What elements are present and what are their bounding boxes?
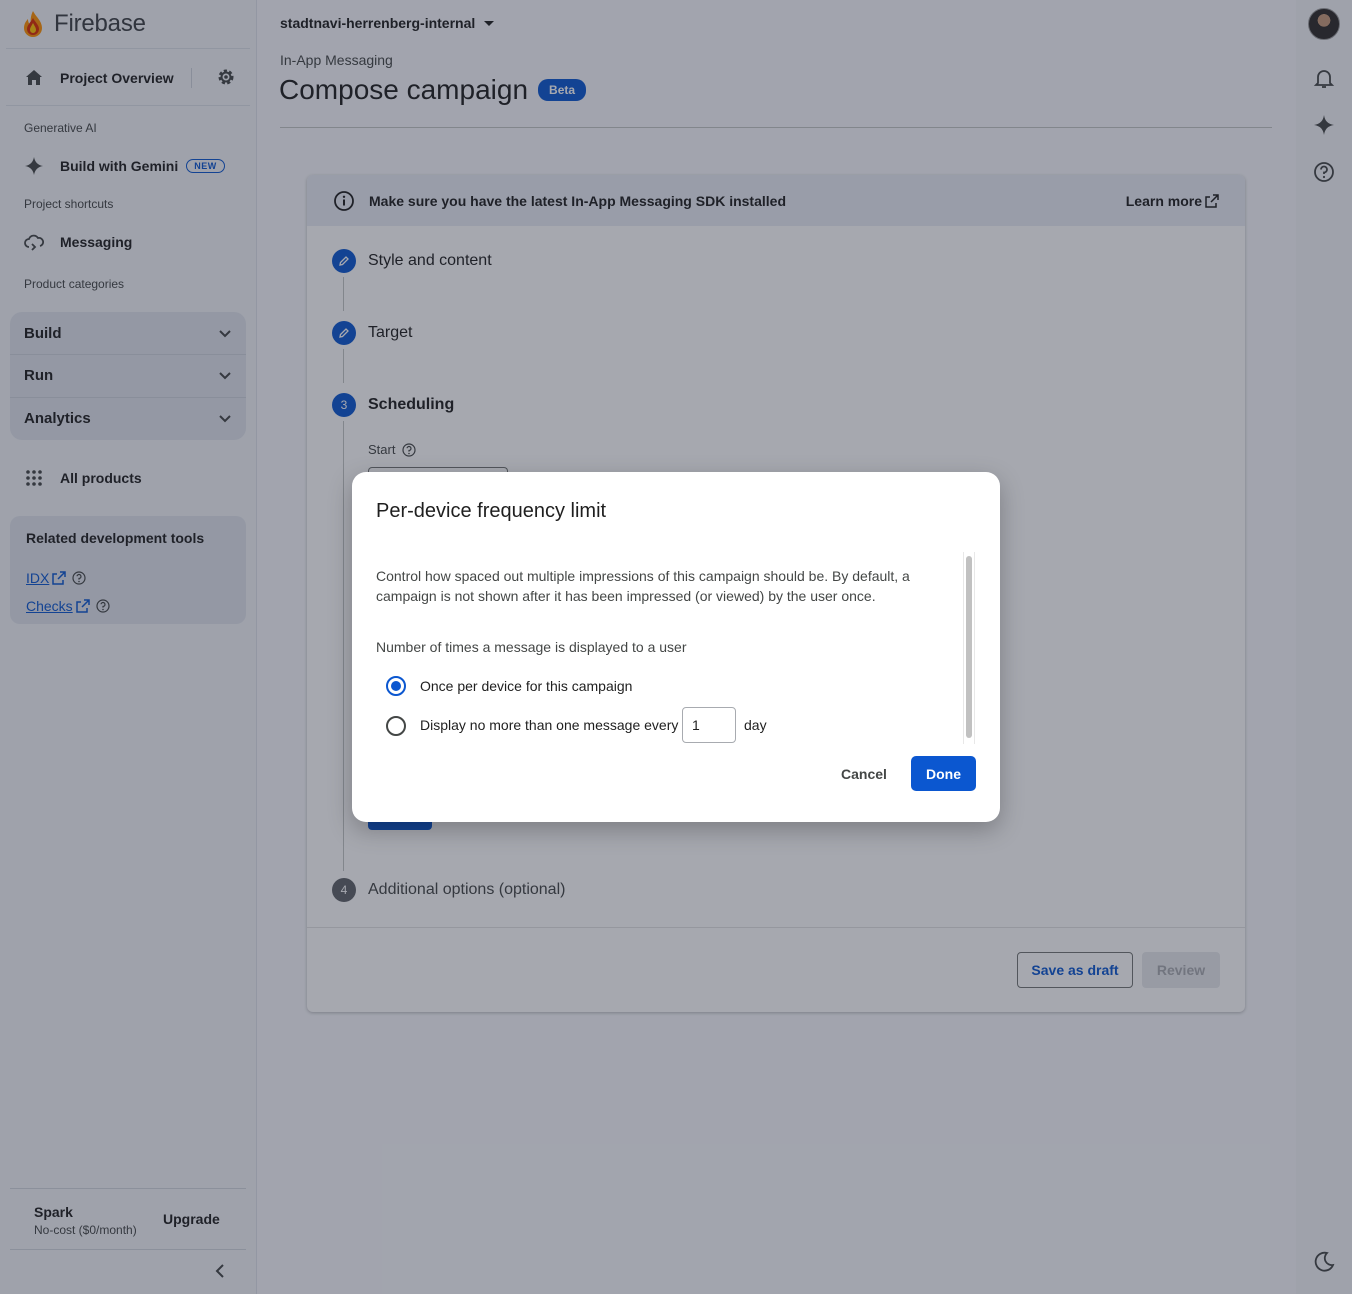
frequency-limit-dialog: Per-device frequency limit Control how s… — [352, 472, 1000, 822]
radio-interval[interactable] — [386, 716, 406, 736]
radio-label[interactable]: Once per device for this campaign — [420, 678, 632, 694]
done-button[interactable]: Done — [911, 756, 976, 791]
interval-input[interactable] — [682, 707, 736, 743]
radio-label[interactable]: Display no more than one message every — [420, 717, 678, 733]
interval-unit-label: day — [744, 717, 767, 733]
dialog-description: Control how spaced out multiple impressi… — [376, 568, 910, 604]
dialog-title: Per-device frequency limit — [376, 500, 607, 522]
radio-once-per-device[interactable] — [386, 676, 406, 696]
frequency-question: Number of times a message is displayed t… — [376, 639, 687, 655]
dialog-scrollbar[interactable] — [963, 552, 975, 744]
cancel-button[interactable]: Cancel — [826, 757, 902, 791]
scrollbar-thumb[interactable] — [966, 556, 972, 738]
